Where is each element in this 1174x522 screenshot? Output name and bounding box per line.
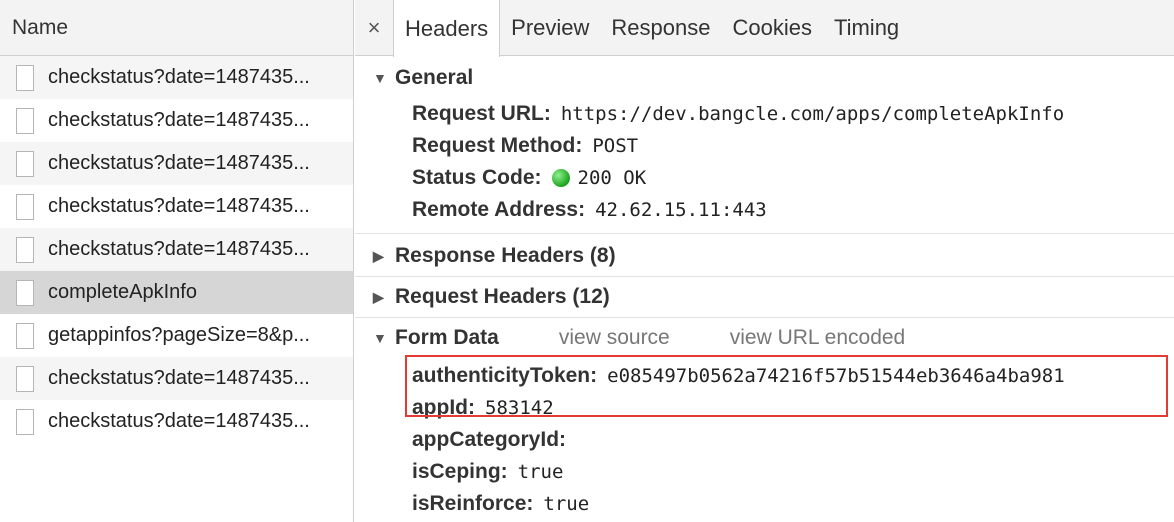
tab-timing[interactable]: Timing (823, 0, 910, 55)
form-field-row: appId: 583142 (355, 392, 1174, 424)
collapsed-triangle-icon: ▶ (373, 288, 384, 305)
form-data-section-header[interactable]: ▼ Form Data view source view URL encoded (355, 318, 1174, 358)
form-field-key: isReinforce: (412, 492, 534, 515)
request-method-row: Request Method: POST (355, 130, 1174, 162)
form-field-key: appId: (412, 396, 475, 419)
section-title: Response Headers (8) (395, 244, 616, 267)
request-row[interactable]: checkstatus?date=1487435... (0, 228, 353, 271)
request-name: completeApkInfo (48, 281, 197, 303)
request-url-value: https://dev.bangcle.com/apps/completeApk… (560, 103, 1065, 125)
section-title: Form Data (395, 326, 499, 349)
view-source-link[interactable]: view source (559, 326, 670, 350)
form-field-value: 583142 (485, 397, 554, 419)
form-field-row: isCeping: true (355, 456, 1174, 488)
section-title: Request Headers (12) (395, 285, 610, 308)
document-icon (16, 107, 34, 134)
request-name: checkstatus?date=1487435... (48, 367, 310, 389)
form-field-value: e085497b0562a74216f57b51544eb3646a4ba981 (607, 365, 1065, 387)
request-name: checkstatus?date=1487435... (48, 410, 310, 432)
status-ok-icon (551, 169, 570, 187)
request-list: checkstatus?date=1487435... checkstatus?… (0, 56, 353, 443)
tab-cookies[interactable]: Cookies (721, 0, 822, 55)
request-name: checkstatus?date=1487435... (48, 195, 310, 217)
request-row[interactable]: checkstatus?date=1487435... (0, 185, 353, 228)
remote-address-label: Remote Address: (412, 198, 586, 221)
section-title: General (395, 66, 474, 89)
tab-headers[interactable]: Headers (393, 0, 501, 57)
form-field-value: true (543, 493, 590, 515)
request-url-label: Request URL: (412, 102, 551, 125)
section-divider (355, 233, 1174, 234)
form-field-key: appCategoryId: (412, 428, 567, 451)
form-field-key: authenticityToken: (412, 364, 598, 387)
tab-preview[interactable]: Preview (500, 0, 600, 55)
request-details-panel: × Headers Preview Response Cookies Timin… (355, 0, 1174, 522)
document-icon (16, 236, 34, 263)
tab-response[interactable]: Response (600, 0, 721, 55)
request-name: checkstatus?date=1487435... (48, 109, 310, 131)
request-row[interactable]: checkstatus?date=1487435... (0, 142, 353, 185)
document-icon (16, 322, 34, 349)
form-field-row: appCategoryId: (355, 424, 1174, 456)
details-tabbar: × Headers Preview Response Cookies Timin… (355, 0, 1174, 57)
document-icon (16, 150, 34, 177)
general-section-header[interactable]: ▼ General (355, 58, 1174, 98)
response-headers-section-header[interactable]: ▶ Response Headers (8) (355, 236, 1174, 276)
request-row[interactable]: checkstatus?date=1487435... (0, 357, 353, 400)
request-method-label: Request Method: (412, 134, 583, 157)
remote-address-row: Remote Address: 42.62.15.11:443 (355, 194, 1174, 226)
form-field-key: isCeping: (412, 460, 508, 483)
document-icon (16, 279, 34, 306)
status-code-row: Status Code: 200 OK (355, 162, 1174, 194)
document-icon (16, 193, 34, 220)
request-row[interactable]: checkstatus?date=1487435... (0, 400, 353, 443)
headers-content: ▼ General Request URL: https://dev.bangc… (355, 58, 1174, 520)
request-row[interactable]: checkstatus?date=1487435... (0, 99, 353, 142)
form-field-value: true (517, 461, 564, 483)
close-icon[interactable]: × (355, 0, 393, 55)
document-icon (16, 365, 34, 392)
status-code-value: 200 OK (577, 167, 647, 189)
expanded-triangle-icon: ▼ (373, 70, 387, 86)
request-name: checkstatus?date=1487435... (48, 66, 310, 88)
collapsed-triangle-icon: ▶ (373, 247, 384, 264)
view-url-encoded-link[interactable]: view URL encoded (730, 326, 906, 350)
name-column-header[interactable]: Name (0, 0, 353, 56)
request-name: getappinfos?pageSize=8&p... (48, 324, 310, 346)
form-field-row: authenticityToken: e085497b0562a74216f57… (355, 360, 1174, 392)
request-url-row: Request URL: https://dev.bangcle.com/app… (355, 98, 1174, 130)
request-row[interactable]: getappinfos?pageSize=8&p... (0, 314, 353, 357)
request-list-panel: Name checkstatus?date=1487435... checkst… (0, 0, 354, 522)
form-field-row: isReinforce: true (355, 488, 1174, 520)
expanded-triangle-icon: ▼ (373, 330, 387, 346)
document-icon (16, 408, 34, 435)
request-row[interactable]: checkstatus?date=1487435... (0, 56, 353, 99)
status-code-label: Status Code: (412, 166, 542, 189)
request-row-selected[interactable]: completeApkInfo (0, 271, 353, 314)
request-method-value: POST (592, 135, 639, 157)
request-headers-section-header[interactable]: ▶ Request Headers (12) (355, 277, 1174, 317)
request-name: checkstatus?date=1487435... (48, 238, 310, 260)
devtools-network-panel: Name checkstatus?date=1487435... checkst… (0, 0, 1174, 522)
remote-address-value: 42.62.15.11:443 (595, 199, 767, 221)
document-icon (16, 64, 34, 91)
request-name: checkstatus?date=1487435... (48, 152, 310, 174)
